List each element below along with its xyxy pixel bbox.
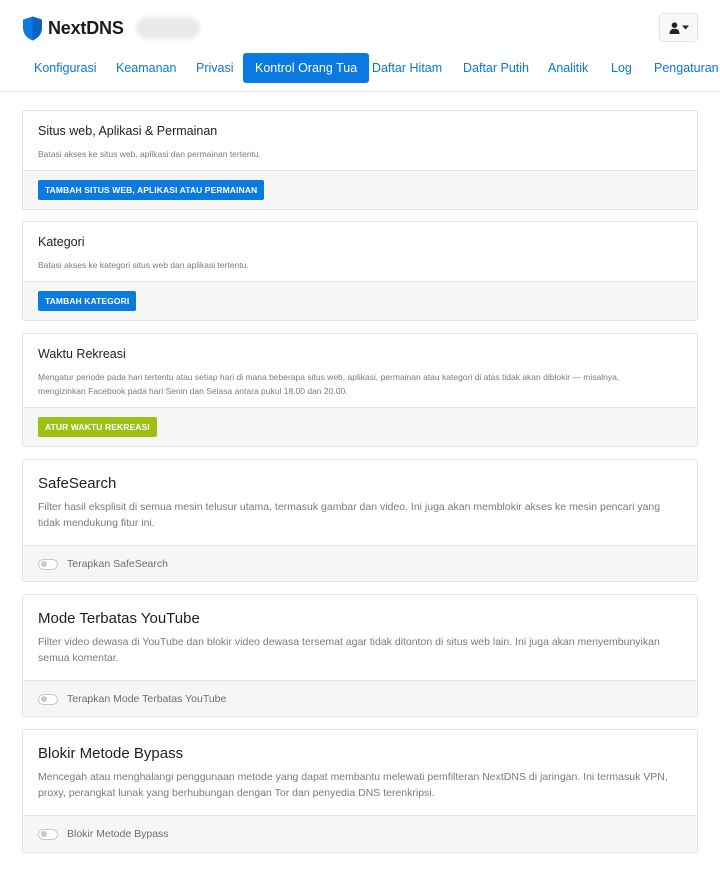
recreation-title: Waktu Rekreasi <box>38 347 126 361</box>
bypass-card: Blokir Metode Bypass Mencegah atau mengh… <box>22 729 698 853</box>
caret-down-icon <box>681 25 689 30</box>
youtube-card: Mode Terbatas YouTube Filter video dewas… <box>22 594 698 717</box>
set-recreation-button[interactable]: ATUR WAKTU REKREASI <box>38 417 157 437</box>
top-navbar: NextDNS Konfigurasi Keamanan Privasi Kon… <box>0 0 720 92</box>
bypass-toggle[interactable] <box>38 828 58 840</box>
youtube-description: Filter video dewasa di YouTube dan bloki… <box>38 636 660 664</box>
safesearch-toggle-row: Terapkan SafeSearch <box>38 555 168 573</box>
youtube-toggle-row: Terapkan Mode Terbatas YouTube <box>38 690 226 708</box>
bypass-toggle-label[interactable]: Blokir Metode Bypass <box>67 828 169 840</box>
categories-card: Kategori Batasi akses ke kategori situs … <box>22 221 698 321</box>
bypass-title: Blokir Metode Bypass <box>38 745 184 762</box>
youtube-title: Mode Terbatas YouTube <box>38 610 200 627</box>
add-category-button[interactable]: TAMBAH KATEGORI <box>38 291 137 311</box>
youtube-toggle[interactable] <box>38 693 58 705</box>
tab-pengaturan[interactable]: Pengaturan <box>654 53 719 83</box>
websites-description: Batasi akses ke situs web, aplikasi dan … <box>38 149 262 159</box>
safesearch-description: Filter hasil eksplisit di semua mesin te… <box>38 501 661 529</box>
brand-name: NextDNS <box>48 17 124 38</box>
tab-keamanan[interactable]: Keamanan <box>116 53 176 83</box>
recreation-description: Mengatur periode pada hari tertentu atau… <box>38 372 620 396</box>
brand[interactable]: NextDNS <box>22 14 124 42</box>
safesearch-card: SafeSearch Filter hasil eksplisit di sem… <box>22 459 698 582</box>
recreation-card: Waktu Rekreasi Mengatur periode pada har… <box>22 333 698 447</box>
safesearch-toggle[interactable] <box>38 558 58 570</box>
tab-konfigurasi[interactable]: Konfigurasi <box>34 53 97 83</box>
tab-daftar-hitam[interactable]: Daftar Hitam <box>372 53 442 83</box>
bypass-toggle-row: Blokir Metode Bypass <box>38 825 169 843</box>
main-tabs: Konfigurasi Keamanan Privasi Kontrol Ora… <box>0 53 720 83</box>
tab-kontrol-orang-tua[interactable]: Kontrol Orang Tua <box>243 53 370 83</box>
categories-description: Batasi akses ke kategori situs web dan a… <box>38 260 249 270</box>
safesearch-toggle-label[interactable]: Terapkan SafeSearch <box>67 558 168 570</box>
profile-name[interactable] <box>136 17 200 39</box>
tab-daftar-putih[interactable]: Daftar Putih <box>463 53 529 83</box>
add-website-button[interactable]: TAMBAH SITUS WEB, APLIKASI ATAU PERMAINA… <box>38 180 265 200</box>
tab-privasi[interactable]: Privasi <box>196 53 234 83</box>
bypass-description: Mencegah atau menghalangi penggunaan met… <box>38 771 668 799</box>
tab-log[interactable]: Log <box>611 53 632 83</box>
shield-logo-icon <box>23 16 42 40</box>
categories-title: Kategori <box>38 235 85 249</box>
youtube-toggle-label[interactable]: Terapkan Mode Terbatas YouTube <box>67 693 226 705</box>
safesearch-title: SafeSearch <box>38 475 117 492</box>
tab-analitik[interactable]: Analitik <box>548 53 588 83</box>
user-menu-button[interactable] <box>659 13 698 42</box>
user-icon <box>669 21 679 34</box>
websites-title: Situs web, Aplikasi & Permainan <box>38 124 218 138</box>
websites-card: Situs web, Aplikasi & Permainan Batasi a… <box>22 110 698 210</box>
